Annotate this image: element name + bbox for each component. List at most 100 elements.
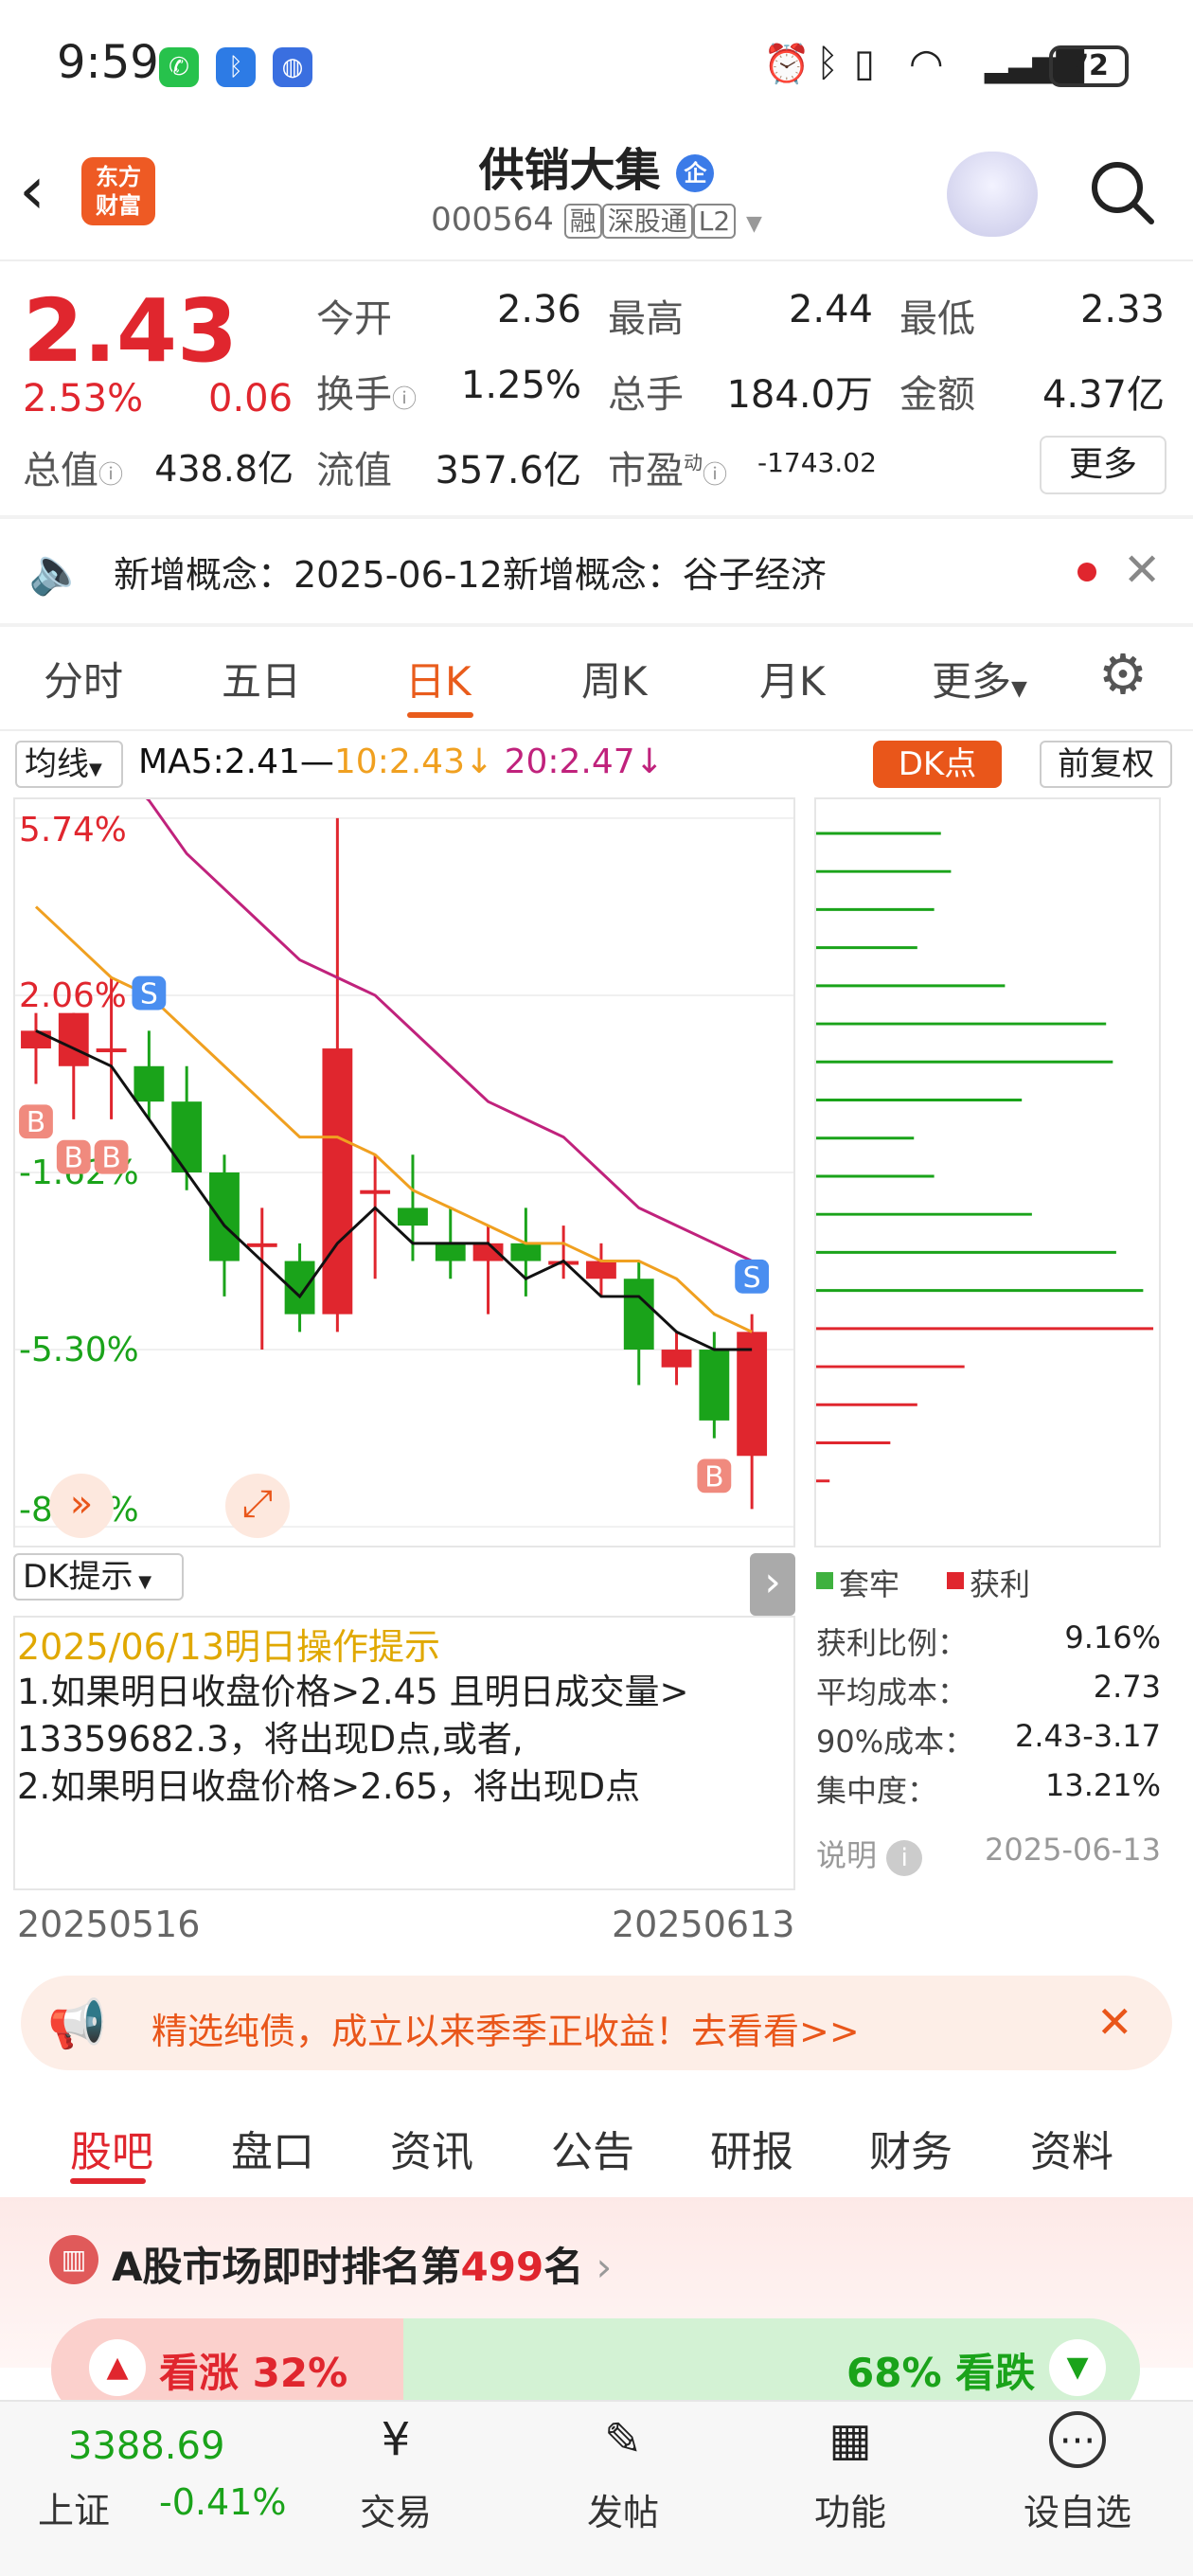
candle-body	[21, 1030, 51, 1049]
tab-monthly-k[interactable]: 月K	[759, 650, 826, 707]
nav-add-watchlist[interactable]: 设自选	[1011, 2483, 1144, 2535]
bluetooth-icon: ᛒ	[816, 42, 839, 85]
pe-label[interactable]: 市盈动ⓘ	[608, 439, 727, 494]
high-value: 2.44	[788, 288, 873, 331]
tab-guba[interactable]: 股吧	[70, 2118, 153, 2178]
dk-hint-title: 2025/06/13明日操作提示	[17, 1626, 441, 1668]
kline-chart[interactable]: 5.74%2.06%-1.62%-5.30%-8.98%SBBBSB	[13, 797, 795, 1547]
expand-chart-icon[interactable]: »	[49, 1474, 114, 1538]
buy-marker: B	[56, 1139, 91, 1175]
tab-daily-k[interactable]: 日K	[405, 650, 472, 707]
avg-cost-value: 2.73	[1093, 1669, 1161, 1705]
candle-body	[171, 1101, 203, 1172]
tab-finance[interactable]: 财务	[869, 2118, 953, 2178]
promo-close-icon[interactable]: ✕	[1096, 1996, 1133, 2048]
dk-hint-line: 1.如果明日收盘价格>2.45 且明日成交量>	[17, 1672, 689, 1712]
ma20-label: 20:2.47	[504, 742, 635, 781]
chip-distribution-chart	[814, 797, 1161, 1547]
turnover-value: 1.25%	[460, 364, 581, 407]
pe-value: -1743.02	[757, 447, 877, 478]
candle-body	[398, 1208, 428, 1226]
trade-icon[interactable]: ¥	[367, 2411, 424, 2468]
chevron-right-icon[interactable]: ›	[750, 1553, 795, 1616]
sell-marker: S	[132, 975, 167, 1011]
concentration-value: 13.21%	[1044, 1767, 1161, 1803]
speaker-icon: 🔈	[28, 545, 85, 598]
amount-value: 4.37亿	[1042, 373, 1165, 417]
unread-dot	[1077, 563, 1096, 581]
bull-arrow-icon: ▲	[89, 2339, 146, 2396]
svg-text:B: B	[704, 1460, 723, 1494]
y-tick-label: -5.30%	[19, 1331, 139, 1369]
tab-profile[interactable]: 资料	[1030, 2118, 1113, 2178]
current-price: 2.43	[23, 280, 238, 382]
ma-legend: MA5:2.41—10:2.43↓ 20:2.47↓	[138, 742, 664, 781]
tab-intraday[interactable]: 分时	[44, 650, 123, 707]
alarm-icon: ⏰	[763, 43, 810, 86]
index-name[interactable]: 上证	[38, 2481, 110, 2533]
volume-value: 184.0万	[726, 373, 873, 417]
chip-date: 2025-06-13	[985, 1832, 1161, 1868]
wifi-icon: ◠	[909, 40, 944, 86]
svg-text:S: S	[743, 1261, 761, 1295]
candle-body	[699, 1350, 730, 1421]
browser-icon: ◍	[273, 47, 312, 87]
settings-gear-icon[interactable]: ⚙	[1098, 642, 1148, 707]
tab-weekly-k[interactable]: 周K	[581, 650, 648, 707]
dk-hint-select[interactable]: DK提示 ▼	[13, 1553, 184, 1601]
ma-select[interactable]: 均线▼	[15, 741, 123, 788]
x-axis-start-date: 20250516	[17, 1904, 201, 1945]
nav-post[interactable]: 发帖	[557, 2483, 689, 2535]
grid-apps-icon[interactable]: ▦	[822, 2411, 879, 2468]
candle-body	[322, 1048, 353, 1315]
turnover-label[interactable]: 换手ⓘ	[316, 364, 417, 419]
rank-number: 499	[460, 2244, 544, 2290]
rank-chart-icon: ▥	[49, 2235, 98, 2284]
sell-marker: S	[735, 1259, 770, 1295]
candle-body	[246, 1243, 277, 1247]
ma5-label: MA5:2.41	[138, 742, 300, 781]
rank-text[interactable]: A股市场即时排名第499名 ›	[112, 2235, 612, 2293]
tab-announcements[interactable]: 公告	[551, 2118, 634, 2178]
post-edit-icon[interactable]: ✎	[595, 2411, 651, 2468]
y-tick-label: 5.74%	[19, 811, 127, 850]
megaphone-icon: 📢	[47, 1996, 107, 2051]
promo-text[interactable]: 精选纯债，成立以来季季正收益！去看看>>	[151, 2002, 860, 2054]
enterprise-badge: 企	[676, 154, 715, 192]
nav-trade[interactable]: 交易	[329, 2483, 462, 2535]
fullscreen-icon[interactable]: ⤢	[225, 1474, 290, 1538]
status-time: 9:59	[57, 36, 159, 89]
more-dots-icon[interactable]: ···	[1049, 2411, 1106, 2468]
high-label: 最高	[608, 297, 684, 341]
index-value[interactable]: 3388.69	[68, 2424, 224, 2468]
robot-assistant-icon[interactable]	[947, 152, 1038, 237]
adjust-price-button[interactable]: 前复权	[1040, 741, 1172, 788]
index-change[interactable]: -0.41%	[159, 2481, 286, 2523]
cost90-value: 2.43-3.17	[1014, 1718, 1161, 1754]
dk-point-button[interactable]: DK点	[873, 741, 1002, 788]
tab-research[interactable]: 研报	[710, 2118, 793, 2178]
search-icon[interactable]	[1087, 157, 1155, 225]
more-quote-button[interactable]: 更多	[1040, 436, 1166, 494]
news-text[interactable]: 新增概念：2025-06-12新增概念：谷子经济	[114, 546, 827, 598]
buy-marker: B	[19, 1104, 53, 1139]
market-cap-label[interactable]: 总值ⓘ	[23, 439, 123, 494]
svg-text:S: S	[140, 978, 158, 1011]
open-label: 今开	[316, 297, 392, 341]
open-value: 2.36	[496, 288, 581, 331]
tab-more[interactable]: 更多▼	[932, 650, 1027, 707]
tab-five-day[interactable]: 五日	[222, 650, 301, 707]
tab-pankou[interactable]: 盘口	[231, 2118, 314, 2178]
volume-label: 总手	[608, 373, 684, 417]
svg-text:B: B	[101, 1142, 120, 1175]
vibrate-icon: ▯	[854, 42, 876, 85]
vote-up-label: 看涨 32%	[159, 2350, 348, 2396]
nav-functions[interactable]: 功能	[784, 2483, 917, 2535]
loss-legend-label: 套牢	[839, 1566, 900, 1602]
bluetooth-app-icon: ᛒ	[216, 47, 256, 87]
caret-down-icon[interactable]: ▼	[746, 212, 762, 236]
vote-down-label: 68% 看跌	[846, 2350, 1036, 2396]
dk-hint-line: 2.如果明日收盘价格>2.65，将出现D点	[17, 1766, 641, 1807]
tab-news[interactable]: 资讯	[390, 2118, 473, 2178]
close-icon[interactable]: ✕	[1123, 544, 1161, 597]
